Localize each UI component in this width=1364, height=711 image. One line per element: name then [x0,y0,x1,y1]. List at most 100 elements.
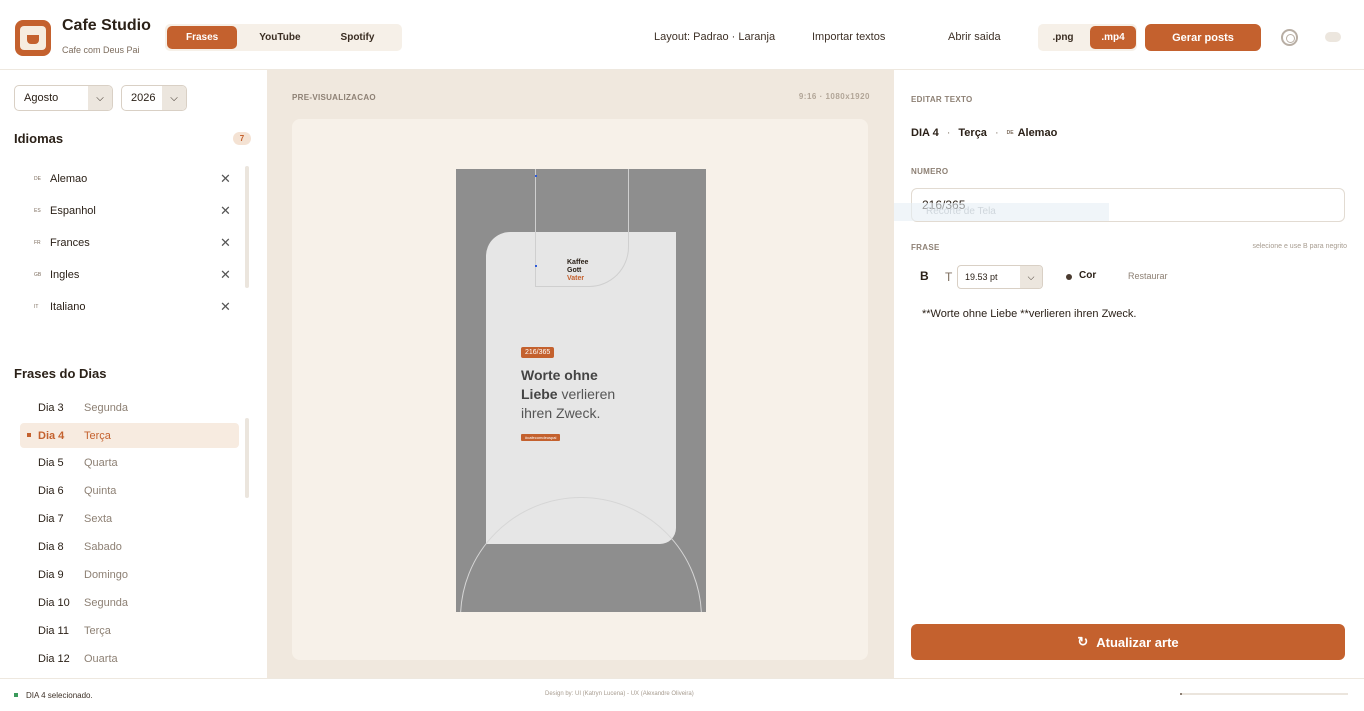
tab-youtube[interactable]: YouTube [239,24,320,51]
flag-gb-icon: GB [34,272,42,278]
flag-de-icon: DE [1006,130,1014,136]
font-size-icon: T [945,270,953,284]
day-number: Dia 8 [38,540,64,553]
language-name: Espanhol [50,205,96,217]
status-text: DIA 4 selecionado. [26,691,93,700]
crumb-day: DIA 4 [911,127,939,139]
preview-panel: PRE-VISUALIZACAO 9:16 · 1080x1920 Kaffee… [267,70,894,678]
day-weekday: Quarta [84,652,118,663]
format-png-button[interactable]: .png [1040,24,1086,51]
tab-spotify[interactable]: Spotify [321,24,395,51]
close-icon[interactable]: ✕ [220,299,231,315]
day-number: Dia 12 [38,652,70,663]
language-item[interactable]: DE Alemao ✕ [34,169,234,189]
close-icon[interactable]: ✕ [220,171,231,187]
bold-button[interactable]: B [920,269,929,283]
editor-panel: EDITAR TEXTO DIA 4 · Terça · DE Alemao N… [894,70,1364,678]
year-value: 2026 [131,92,156,104]
day-item[interactable]: Dia 12 Quarta [20,652,239,663]
gear-icon[interactable] [1281,29,1298,46]
crumb-weekday: Terça [958,127,987,139]
language-name: Alemao [50,173,88,185]
art-quote: Worte ohne Liebe verlieren ihren Zweck. [521,367,616,421]
day-item[interactable]: Dia 3 Segunda [20,395,239,420]
language-name: Italiano [50,301,86,313]
language-item[interactable]: FR Frances ✕ [34,233,234,253]
day-item-selected[interactable]: Dia 4 Terça [20,423,239,448]
tab-frases[interactable]: Frases [167,26,238,49]
day-number: Dia 10 [38,596,70,609]
phrase-label: FRASE [911,243,940,252]
reset-button[interactable]: Restaurar [1128,271,1168,281]
font-size-value: 19.53 pt [965,272,998,282]
brand-logo: Kaffee Gott Vater [567,259,589,282]
refresh-icon: ↻ [1077,634,1089,649]
day-weekday: Sabado [84,540,122,553]
status-bar: DIA 4 selecionado. Design by: UI (Katryn… [0,678,1364,711]
editor-section-label: EDITAR TEXTO [911,95,973,104]
preview-dimensions: 9:16 · 1080x1920 [798,92,870,101]
status-indicator-icon [14,693,18,697]
handle-icon[interactable] [535,175,537,177]
flag-it-icon: IT [34,304,39,310]
days-title: Frases do Dias [14,366,107,381]
language-item[interactable]: ES Espanhol ✕ [34,201,234,221]
day-item[interactable]: Dia 10 Segunda [20,590,239,615]
languages-title: Idiomas [14,131,64,146]
close-icon[interactable]: ✕ [220,267,231,283]
selected-indicator [27,433,31,437]
flag-de-icon: DE [34,176,41,182]
day-item[interactable]: Dia 5 Quarta [20,450,239,475]
day-number: Dia 7 [38,512,64,525]
phrase-textarea[interactable]: **Worte ohne Liebe **verlieren ihren Zwe… [922,308,1136,320]
color-button[interactable]: Cor [1079,270,1096,281]
format-mp4-button[interactable]: .mp4 [1090,26,1136,49]
day-item[interactable]: Dia 7 Sexta [20,506,239,531]
day-weekday: Sexta [84,512,113,525]
preview-label: PRE-VISUALIZACAO [292,93,376,102]
number-label: NUMERO [911,167,949,176]
day-item[interactable]: Dia 11 Terça [20,618,239,643]
app-subtitle: Cafe com Deus Pai [62,45,140,55]
days-scrollbar[interactable] [245,418,249,498]
day-number: Dia 5 [38,456,64,469]
chevron-down-icon: ⌵ [162,86,186,110]
theme-toggle[interactable] [1325,32,1341,42]
update-art-label: Atualizar arte [1096,634,1179,650]
close-icon[interactable]: ✕ [220,203,231,219]
language-item[interactable]: IT Italiano ✕ [34,297,234,317]
editor-breadcrumb: DIA 4 · Terça · DE Alemao [911,127,1058,139]
language-item[interactable]: GB Ingles ✕ [34,265,234,285]
bold-hint: selecione e use B para negrito [1252,243,1347,250]
day-item[interactable]: Dia 6 Quinta [20,478,239,503]
layout-selector[interactable]: Layout: Padrao · Laranja [654,31,775,43]
crumb-language: Alemao [1017,127,1058,139]
year-select[interactable]: 2026 ⌵ [121,85,187,111]
handle-icon[interactable] [535,265,537,267]
month-select[interactable]: Agosto ⌵ [14,85,113,111]
close-icon[interactable]: ✕ [220,235,231,251]
day-weekday: Terça [84,429,111,442]
progress-bar [1180,693,1348,695]
chevron-down-icon: ⌵ [88,86,112,110]
day-weekday: Quarta [84,456,118,469]
language-name: Frances [50,237,90,249]
day-list-clip: Dia 12 Quarta [20,652,239,663]
font-size-select[interactable]: 19.53 pt ⌵ [957,265,1043,289]
open-output-link[interactable]: Abrir saida [948,31,1001,43]
post-artwork[interactable]: Kaffee Gott Vater 216/365 Worte ohne Lie… [456,169,706,612]
import-texts-link[interactable]: Importar textos [812,31,885,43]
day-weekday: Terça [84,624,111,637]
color-swatch-icon[interactable] [1066,274,1072,280]
day-weekday: Segunda [84,596,129,609]
languages-scrollbar[interactable] [245,166,249,288]
flag-fr-icon: FR [34,240,41,246]
day-item[interactable]: Dia 8 Sabado [20,534,239,559]
flag-es-icon: ES [34,208,41,214]
day-item[interactable]: Dia 9 Domingo [20,562,239,587]
art-hashtag: #cafecomdeuspai [521,434,561,441]
app-logo-icon [15,20,51,56]
generate-posts-button[interactable]: Gerar posts [1145,24,1261,51]
month-value: Agosto [24,92,59,104]
update-art-button[interactable]: ↻ Atualizar arte [911,624,1345,660]
